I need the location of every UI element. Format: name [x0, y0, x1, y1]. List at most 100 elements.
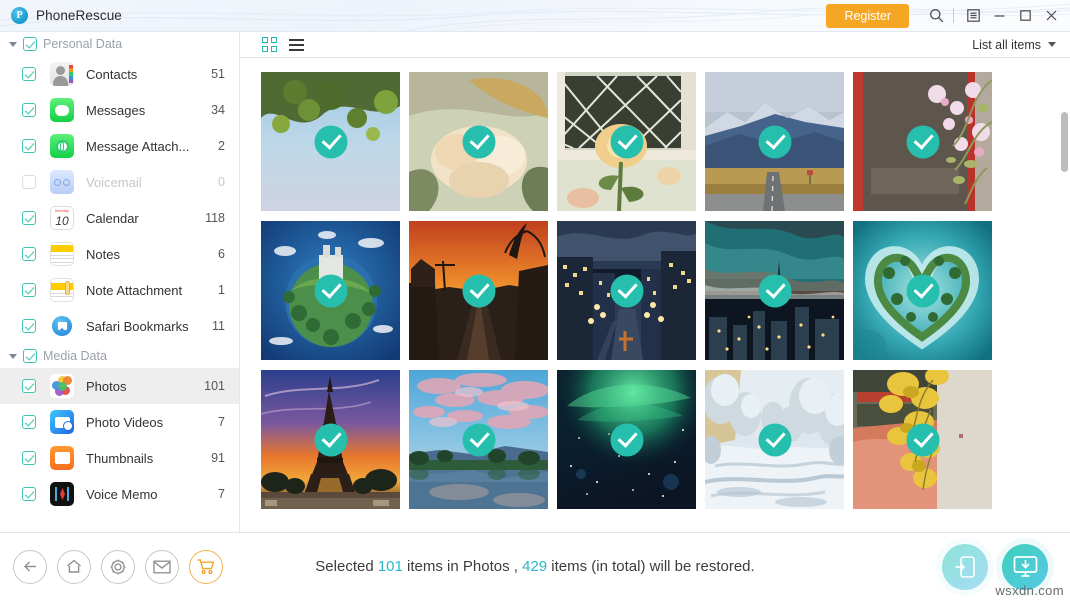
back-button[interactable]	[13, 549, 47, 584]
voice-memo-icon	[50, 482, 74, 506]
sidebar-group-personal-data[interactable]: Personal Data	[0, 32, 239, 56]
sidebar-item-note-attachment[interactable]: Note Attachment 1	[0, 272, 239, 308]
sidebar-item-photo-videos[interactable]: Photo Videos 7	[0, 404, 239, 440]
item-checkbox[interactable]	[22, 487, 36, 501]
feedback-button[interactable]	[145, 549, 179, 584]
photo-tile[interactable]	[853, 370, 992, 509]
home-button[interactable]	[57, 549, 91, 584]
photo-selected-check-icon[interactable]	[462, 125, 495, 158]
photo-selected-check-icon[interactable]	[462, 274, 495, 307]
sidebar-item-contacts[interactable]: Contacts 51	[0, 56, 239, 92]
photo-tile[interactable]	[705, 370, 844, 509]
list-view-icon[interactable]	[288, 38, 304, 51]
item-label: Safari Bookmarks	[86, 318, 189, 334]
watermark: wsxdn.com	[995, 583, 1064, 598]
minimize-icon[interactable]	[986, 0, 1012, 31]
item-checkbox[interactable]	[22, 247, 36, 261]
messages-icon	[50, 98, 74, 122]
item-checkbox[interactable]	[22, 103, 36, 117]
photo-grid-scroll-area[interactable]	[240, 58, 1070, 532]
close-icon[interactable]	[1038, 0, 1064, 31]
chevron-down-icon[interactable]	[1048, 42, 1056, 47]
photo-tile[interactable]	[705, 221, 844, 360]
group-checkbox-media-data[interactable]	[23, 349, 37, 363]
photo-tile[interactable]	[557, 72, 696, 211]
photo-selected-check-icon[interactable]	[314, 274, 347, 307]
item-count: 51	[211, 67, 225, 81]
maximize-icon[interactable]	[1012, 0, 1038, 31]
photo-selected-check-icon[interactable]	[314, 125, 347, 158]
cart-icon	[197, 559, 215, 575]
item-label: Calendar	[86, 210, 139, 226]
sidebar-item-photos[interactable]: Photos 101	[0, 368, 239, 404]
photo-selected-check-icon[interactable]	[314, 423, 347, 456]
title-bar: P PhoneRescue Register	[0, 0, 1070, 32]
item-label: Notes	[86, 246, 120, 262]
sidebar-item-voice-memo[interactable]: Voice Memo 7	[0, 476, 239, 512]
phonerescue-logo-icon: P	[11, 7, 28, 24]
photo-tile[interactable]	[853, 72, 992, 211]
photo-selected-check-icon[interactable]	[906, 423, 939, 456]
item-checkbox[interactable]	[22, 67, 36, 81]
item-checkbox[interactable]	[22, 139, 36, 153]
item-label: Message Attach...	[86, 138, 190, 154]
sidebar-item-voicemail[interactable]: Voicemail 0	[0, 164, 239, 200]
panel-toggle-icon[interactable]	[960, 0, 986, 31]
photo-tile[interactable]	[705, 72, 844, 211]
item-checkbox[interactable]	[22, 211, 36, 225]
photo-tile[interactable]	[853, 221, 992, 360]
photo-selected-check-icon[interactable]	[610, 423, 643, 456]
chevron-down-icon[interactable]	[9, 41, 17, 47]
photo-selected-check-icon[interactable]	[462, 423, 495, 456]
photo-tile[interactable]	[557, 370, 696, 509]
sidebar-group-media-data[interactable]: Media Data	[0, 344, 239, 368]
photo-tile[interactable]	[557, 221, 696, 360]
sidebar-item-notes[interactable]: Notes 6	[0, 236, 239, 272]
item-checkbox[interactable]	[22, 451, 36, 465]
sidebar-item-calendar[interactable]: Monday 10 Calendar 118	[0, 200, 239, 236]
item-checkbox[interactable]	[22, 415, 36, 429]
photo-selected-check-icon[interactable]	[610, 274, 643, 307]
photo-selected-check-icon[interactable]	[758, 423, 791, 456]
photo-selected-check-icon[interactable]	[906, 274, 939, 307]
thumbnails-icon	[50, 446, 74, 470]
phonerescue-window: P PhoneRescue Register Personal Data Con…	[0, 0, 1070, 600]
item-checkbox[interactable]	[22, 175, 36, 189]
settings-button[interactable]	[101, 549, 135, 584]
item-label: Note Attachment	[86, 282, 183, 298]
photo-selected-check-icon[interactable]	[758, 125, 791, 158]
item-checkbox[interactable]	[22, 379, 36, 393]
photo-tile[interactable]	[261, 221, 400, 360]
store-button[interactable]	[189, 549, 223, 584]
item-label: Thumbnails	[86, 450, 154, 466]
restore-to-device-icon	[955, 555, 975, 578]
item-label: Contacts	[86, 66, 138, 82]
photo-tile[interactable]	[409, 370, 548, 509]
sidebar-item-message-attachments[interactable]: Message Attach... 2	[0, 128, 239, 164]
photo-tile[interactable]	[261, 370, 400, 509]
view-toggle	[262, 37, 304, 52]
item-count: 118	[205, 211, 225, 225]
photo-tile[interactable]	[409, 221, 548, 360]
grid-view-icon[interactable]	[262, 37, 277, 52]
item-checkbox[interactable]	[22, 283, 36, 297]
restore-to-device-button[interactable]	[942, 543, 988, 590]
sidebar-item-thumbnails[interactable]: Thumbnails 91	[0, 440, 239, 476]
sidebar-item-messages[interactable]: Messages 34	[0, 92, 239, 128]
photo-selected-check-icon[interactable]	[610, 125, 643, 158]
chevron-down-icon[interactable]	[9, 353, 17, 359]
item-checkbox[interactable]	[22, 319, 36, 333]
group-checkbox-personal-data[interactable]	[23, 37, 37, 51]
sidebar-item-safari-bookmarks[interactable]: Safari Bookmarks 11	[0, 308, 239, 344]
register-button[interactable]: Register	[826, 3, 909, 28]
photo-selected-check-icon[interactable]	[906, 125, 939, 158]
sidebar[interactable]: Personal Data Contacts 51 Messages 34 Me…	[0, 32, 240, 532]
photo-tile[interactable]	[261, 72, 400, 211]
item-count: 7	[218, 415, 225, 429]
item-count: 101	[204, 379, 225, 393]
vertical-scrollbar-thumb[interactable]	[1061, 112, 1068, 172]
photo-tile[interactable]	[409, 72, 548, 211]
filter-dropdown[interactable]: List all items	[972, 38, 1056, 52]
photo-selected-check-icon[interactable]	[758, 274, 791, 307]
search-icon[interactable]	[923, 0, 949, 31]
